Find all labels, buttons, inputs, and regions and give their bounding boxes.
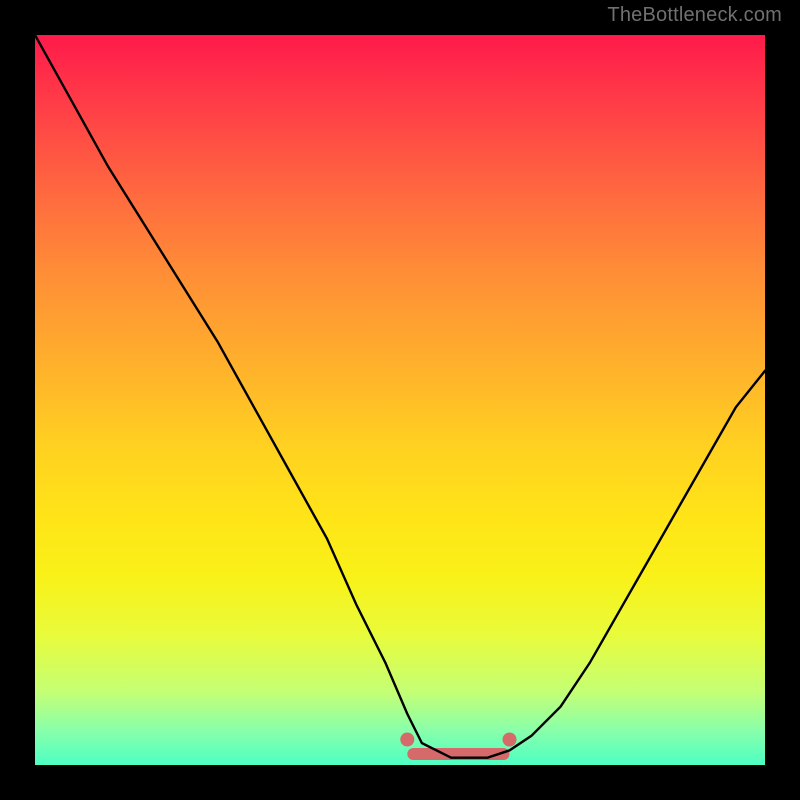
plot-area: [35, 35, 765, 765]
watermark-label: TheBottleneck.com: [607, 4, 782, 27]
chart-frame: TheBottleneck.com: [0, 0, 800, 800]
curve-layer: [35, 35, 765, 765]
bottleneck-curve: [35, 35, 765, 758]
